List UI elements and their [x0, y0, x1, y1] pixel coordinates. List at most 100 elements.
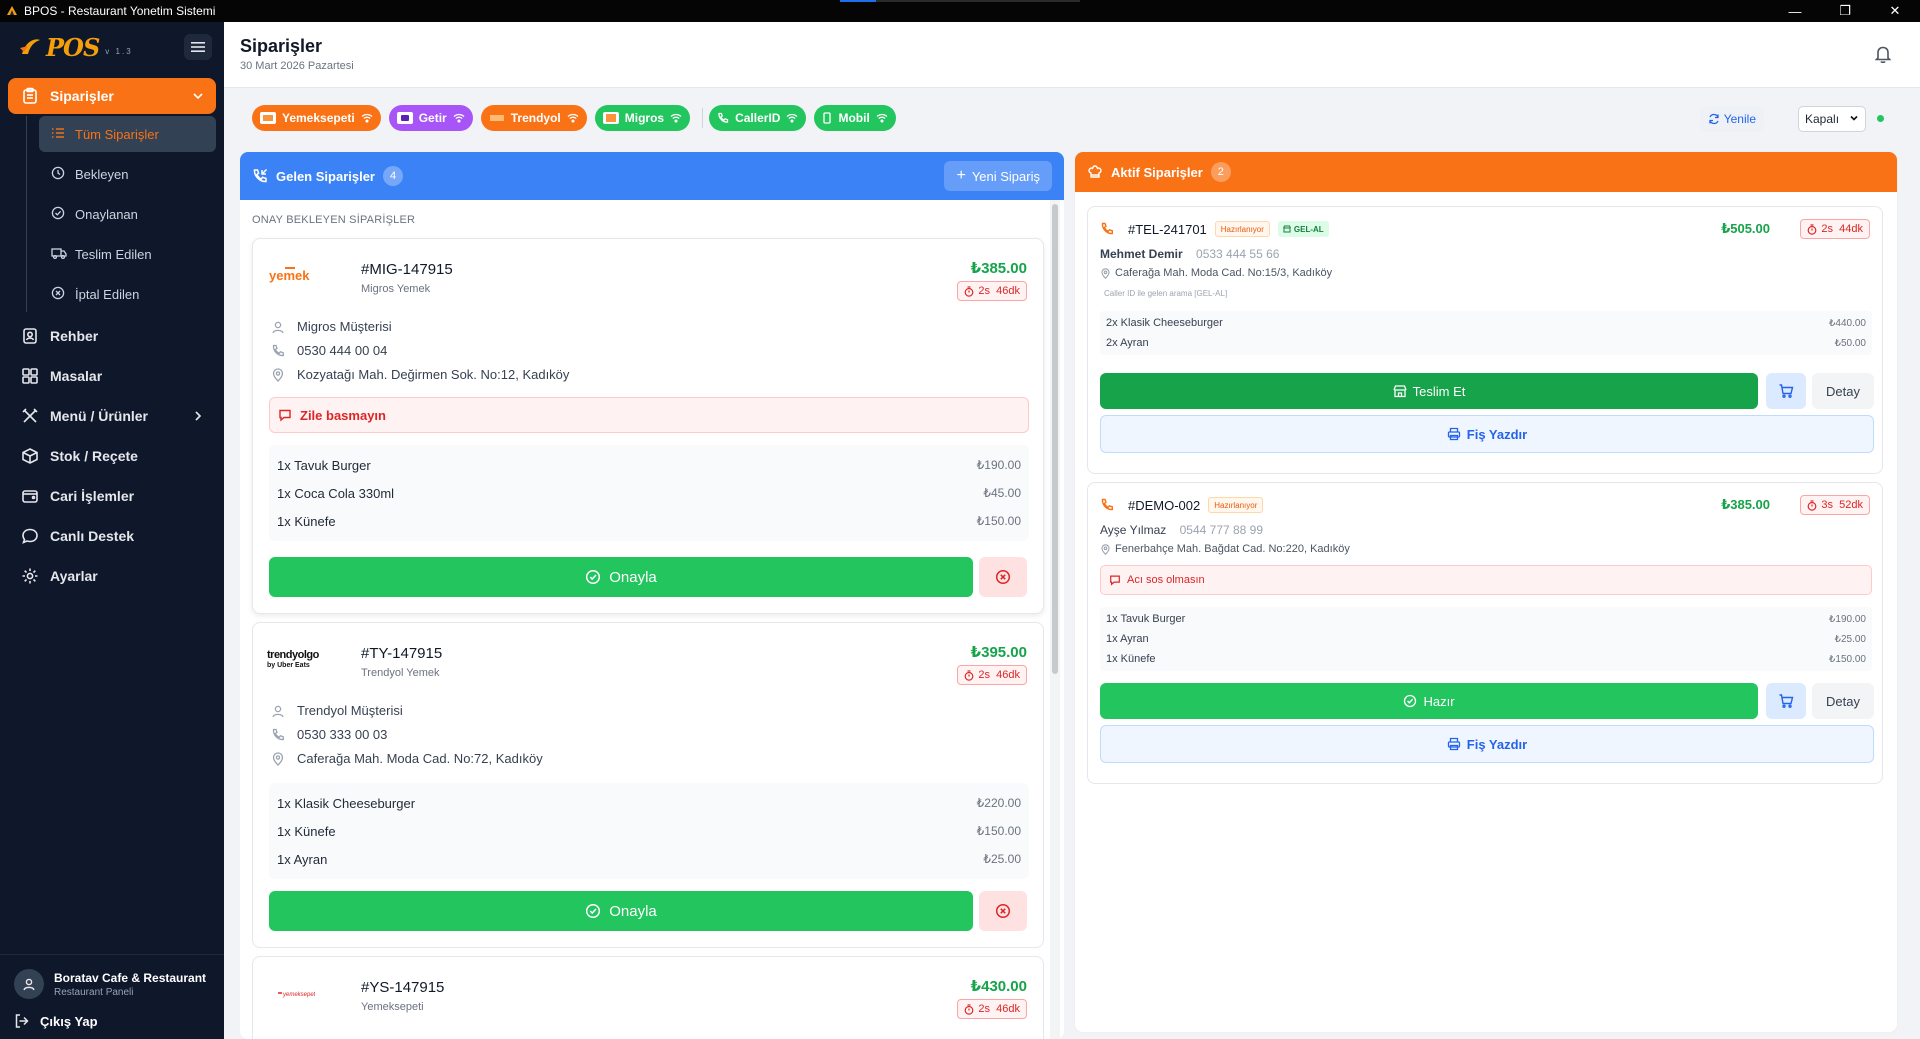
message-icon — [1109, 574, 1121, 586]
cart-icon — [1778, 693, 1794, 709]
wifi-icon — [361, 113, 373, 123]
sidebar-sub-approved[interactable]: Onaylanan — [39, 196, 216, 232]
order-price: ₺385.00 — [1721, 497, 1770, 512]
item-price: ₺150.00 — [976, 824, 1021, 838]
refresh-label: Yenile — [1723, 112, 1756, 126]
refresh-button[interactable]: Yenile — [1699, 106, 1764, 132]
yemeksepeti-logo-text: yemeksepeti — [282, 992, 315, 998]
ready-button[interactable]: Hazır — [1100, 683, 1758, 719]
sidebar-sub-all-orders[interactable]: Tüm Siparişler — [39, 116, 216, 152]
new-order-button[interactable]: + Yeni Sipariş — [944, 161, 1052, 191]
wifi-icon — [567, 113, 579, 123]
detail-button[interactable]: Detay — [1812, 373, 1874, 409]
item-price: ₺150.00 — [1829, 653, 1866, 665]
sidebar-item-menu-products[interactable]: Menü / Ürünler — [8, 396, 216, 436]
brand-logo-text: POS — [46, 32, 100, 62]
bell-icon[interactable] — [1874, 44, 1892, 69]
order-customer: Trendyol Müşterisi — [271, 703, 403, 718]
deliver-button[interactable]: Teslim Et — [1100, 373, 1758, 409]
wifi-icon — [876, 113, 888, 123]
order-elapsed: 2s 44dk — [1821, 223, 1863, 235]
order-customer: Ayşe Yılmaz 0544 777 88 99 — [1100, 523, 1263, 537]
sidebar-item-live-support[interactable]: Canlı Destek — [8, 516, 216, 556]
timer-icon — [1807, 499, 1817, 511]
minimize-icon[interactable]: — — [1770, 0, 1820, 22]
ready-label: Hazır — [1423, 693, 1455, 709]
user-role: Restaurant Paneli — [54, 986, 134, 998]
sidebar-sub-cancelled[interactable]: İptal Edilen — [39, 276, 216, 312]
customer-address: Kozyatağı Mah. Değirmen Sok. No:12, Kadı… — [297, 367, 570, 382]
sidebar-item-orders[interactable]: Siparişler — [8, 78, 216, 114]
approve-button[interactable]: Onayla — [269, 557, 973, 597]
status-select[interactable]: Kapalı — [1798, 106, 1866, 132]
item-price: ₺440.00 — [1829, 317, 1866, 329]
active-order-card: #TEL-241701 Hazırlanıyor GEL-AL ₺505.00 … — [1087, 206, 1883, 474]
timer-icon — [1807, 223, 1817, 235]
approve-button[interactable]: Onayla — [269, 891, 973, 931]
item-price: ₺45.00 — [983, 486, 1021, 500]
app-logo-icon — [6, 5, 18, 17]
scrollbar-thumb[interactable] — [1052, 204, 1058, 674]
channel-chip-callerid[interactable]: CallerID — [709, 105, 807, 131]
order-source: Trendyol Yemek — [361, 667, 440, 679]
channel-chip-migros[interactable]: Migros — [594, 105, 691, 131]
cart-button[interactable] — [1766, 683, 1806, 719]
order-items: 2x Klasik Cheeseburger ₺440.00 2x Ayran ₺5… — [1100, 311, 1872, 355]
sidebar-item-contacts[interactable]: Rehber — [8, 316, 216, 356]
item-name: 1x Tavuk Burger — [277, 457, 371, 473]
active-orders-panel: Aktif Siparişler 2 #TEL-241701 Hazırlanı… — [1075, 152, 1897, 1032]
menu-toggle-button[interactable] — [184, 34, 212, 60]
chat-icon — [20, 526, 40, 546]
channel-chip-mobile[interactable]: Mobil — [814, 105, 896, 131]
order-id: #TY-147915 — [361, 645, 443, 662]
active-orders-title: Aktif Siparişler — [1111, 164, 1203, 180]
cart-button[interactable] — [1766, 373, 1806, 409]
customer-address: Caferağa Mah. Moda Cad. No:72, Kadıköy — [297, 751, 543, 766]
channel-chip-yemeksepeti[interactable]: Yemeksepeti — [252, 105, 381, 131]
order-elapsed: 2s 46dk — [978, 669, 1020, 681]
timer-icon — [964, 669, 974, 681]
deliver-label: Teslim Et — [1412, 383, 1466, 399]
order-elapsed-badge: 2s 46dk — [957, 665, 1027, 685]
reject-button[interactable] — [979, 891, 1027, 931]
box-icon — [20, 446, 40, 466]
item-name: 1x Ayran — [1106, 633, 1149, 645]
location-pin-icon — [271, 751, 289, 766]
phone-icon — [1100, 222, 1114, 236]
order-price: ₺505.00 — [1721, 221, 1770, 236]
sidebar-item-accounts[interactable]: Cari İşlemler — [8, 476, 216, 516]
sidebar-sub-pending[interactable]: Bekleyen — [39, 156, 216, 192]
sidebar-sub-delivered[interactable]: Teslim Edilen — [39, 236, 216, 272]
order-card: yemeksepeti #YS-147915 Yemeksepeti ₺430.… — [252, 956, 1044, 1039]
logout-button[interactable]: Çıkış Yap — [14, 1013, 210, 1029]
sidebar-item-tables[interactable]: Masalar — [8, 356, 216, 396]
check-circle-icon — [585, 569, 601, 585]
online-status-dot — [1877, 115, 1884, 122]
channel-chip-getir[interactable]: Getir — [388, 105, 473, 131]
channel-label: Mobil — [838, 111, 870, 125]
sidebar-item-settings[interactable]: Ayarlar — [8, 556, 216, 596]
print-receipt-button[interactable]: Fiş Yazdır — [1100, 415, 1874, 453]
order-elapsed-badge: 2s 46dk — [957, 281, 1027, 301]
incoming-orders-panel: Gelen Siparişler 4 + Yeni Sipariş ONAY B… — [240, 152, 1064, 1039]
sidebar-item-stock[interactable]: Stok / Reçete — [8, 436, 216, 476]
user-profile[interactable]: Boratav Cafe & Restaurant Restaurant Pan… — [14, 969, 210, 999]
channel-divider — [702, 108, 704, 128]
detail-button[interactable]: Detay — [1812, 683, 1874, 719]
reject-button[interactable] — [979, 557, 1027, 597]
status-select-value: Kapalı — [1805, 112, 1840, 126]
order-price: ₺385.00 — [970, 260, 1027, 277]
order-note: Acı sos olmasın — [1100, 565, 1872, 595]
order-item-row: 2x Ayran ₺50.00 — [1100, 333, 1872, 353]
order-elapsed-badge: 3s 52dk — [1800, 495, 1870, 515]
trendyol-go-logo-text: trendyolgo — [267, 649, 319, 661]
customer-address: Fenerbahçe Mah. Bağdat Cad. No:220, Kadı… — [1115, 543, 1350, 555]
orders-subnav: Tüm Siparişler Bekleyen Onaylanan Teslim… — [26, 116, 216, 312]
customer-name: Trendyol Müşterisi — [297, 703, 403, 718]
hamburger-icon — [191, 42, 205, 52]
order-id: #YS-147915 — [361, 979, 445, 996]
maximize-icon[interactable]: ❐ — [1820, 0, 1870, 22]
print-receipt-button[interactable]: Fiş Yazdır — [1100, 725, 1874, 763]
close-icon[interactable]: ✕ — [1870, 0, 1920, 22]
channel-chip-trendyol[interactable]: Trendyol — [480, 105, 587, 131]
